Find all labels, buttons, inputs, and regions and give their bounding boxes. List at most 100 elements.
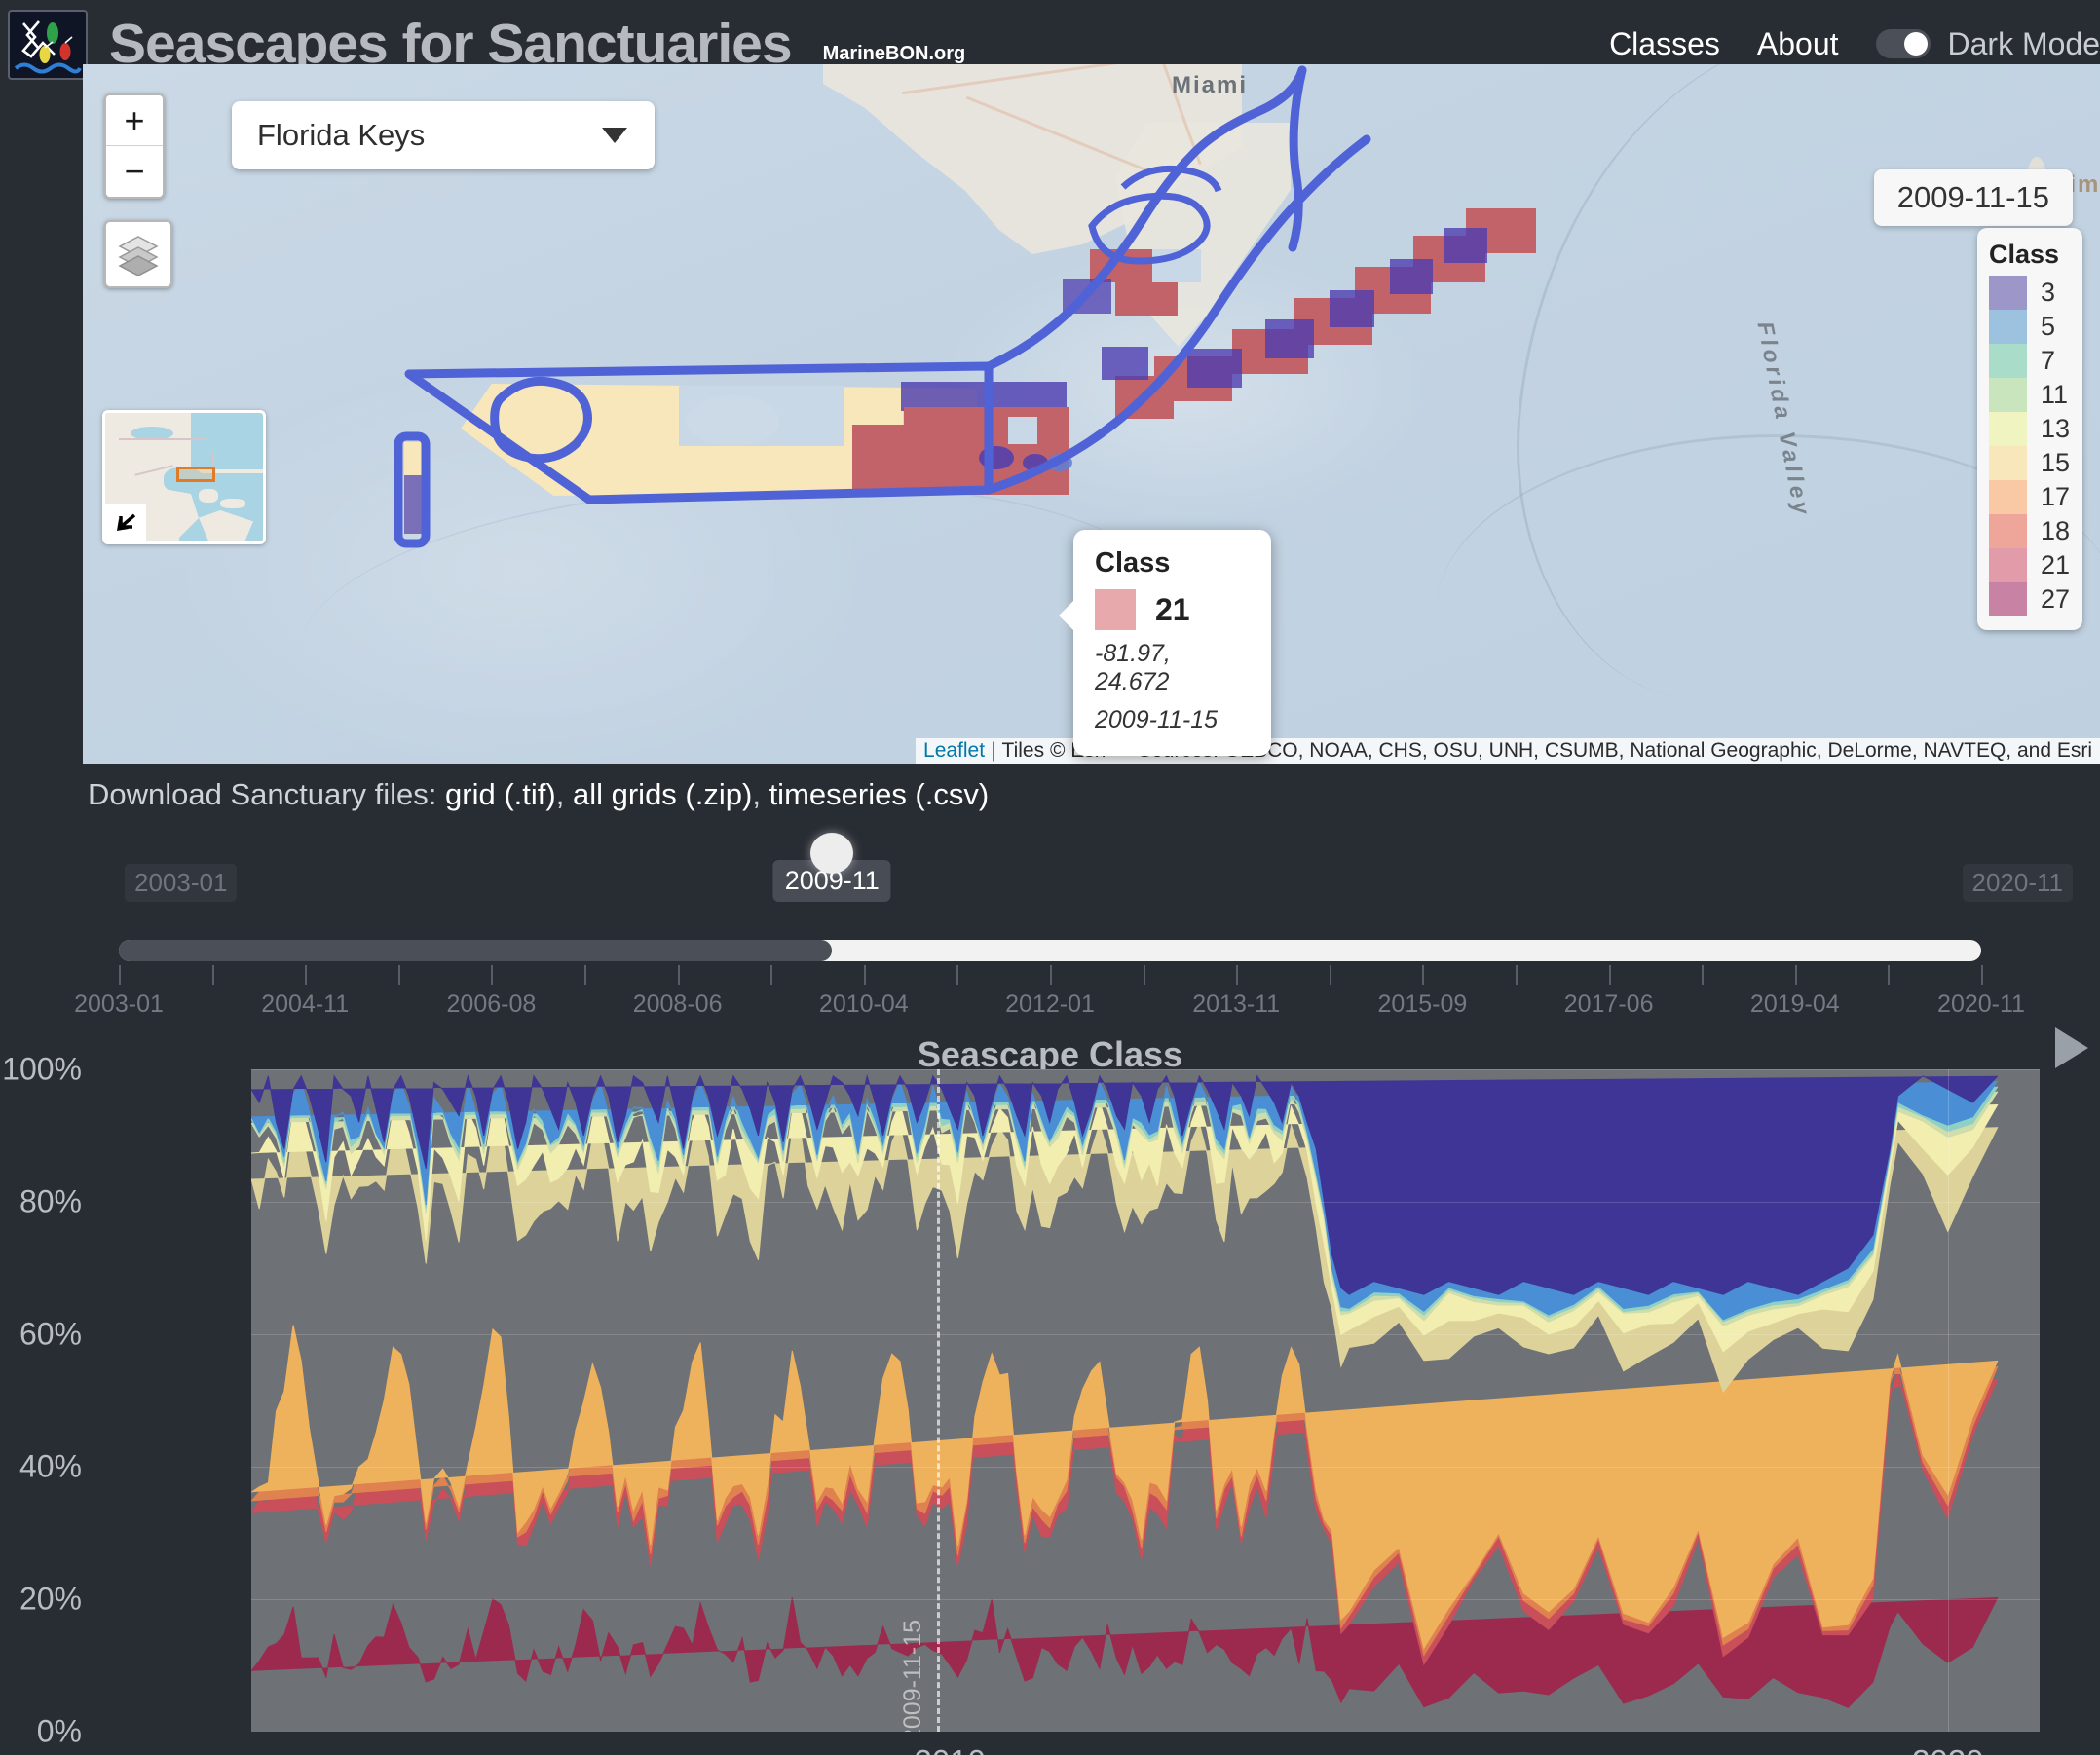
map-popup[interactable]: Class 21 -81.97, 24.672 2009-11-15	[1073, 530, 1271, 756]
popup-date: 2009-11-15	[1095, 706, 1252, 734]
chart-plot-area: 2009-11-15	[251, 1069, 2040, 1732]
raster-cell	[979, 446, 1014, 469]
legend-label: 18	[2041, 516, 2070, 546]
raster-cell	[404, 442, 422, 475]
chart-y-tick-label: 60%	[19, 1317, 82, 1353]
legend-row: 13	[1989, 412, 2071, 446]
timeline-tick-label: 2015-09	[1378, 990, 1468, 1019]
raster-cell	[1152, 249, 1201, 282]
raster-cell	[1265, 319, 1314, 358]
raster-cell	[1090, 249, 1152, 282]
timeline-minor-tick	[1516, 965, 1518, 985]
leaflet-link[interactable]: Leaflet	[923, 739, 985, 763]
download-all-grids-zip[interactable]: all grids (.zip)	[573, 777, 752, 811]
marinebon-subtitle: MarineBON.org	[823, 43, 966, 65]
timeline-minor-tick	[1702, 965, 1704, 985]
chart-gridline	[251, 1599, 2040, 1600]
timeline-tick-label: 2008-06	[633, 990, 723, 1019]
download-timeseries-csv[interactable]: timeseries (.csv)	[769, 777, 990, 811]
legend-row: 15	[1989, 446, 2071, 480]
raster-cell	[852, 425, 911, 495]
timeline-slider[interactable]: 2003-01 2020-11 2009-11 2003-012004-1120…	[0, 842, 2100, 998]
timeline-minor-tick	[212, 965, 214, 985]
dark-mode-toggle-knob	[1904, 32, 1928, 56]
seascape-logo-icon[interactable]	[8, 10, 88, 80]
legend-swatch	[1989, 276, 2027, 310]
legend-row: 17	[1989, 480, 2071, 514]
layers-icon[interactable]	[104, 220, 172, 288]
collapse-arrow-icon[interactable]	[105, 504, 146, 541]
legend-label: 11	[2041, 380, 2068, 410]
timeline-tick-label: 2020-11	[1937, 990, 2025, 1019]
download-comma: ,	[556, 777, 565, 811]
raster-cell	[1444, 228, 1487, 263]
legend-swatch	[1989, 310, 2027, 344]
chart-gridline	[251, 1467, 2040, 1468]
chart-y-tick-label: 40%	[19, 1449, 82, 1485]
chart-date-marker	[937, 1069, 940, 1732]
legend-swatch	[1989, 344, 2027, 378]
popup-tail	[1059, 600, 1074, 631]
legend-label: 3	[2041, 278, 2055, 308]
map-zoom-control[interactable]: + −	[104, 93, 165, 199]
timeline-tick	[1609, 965, 1611, 985]
chart-x-gridline	[1948, 1069, 1949, 1732]
raster-cell	[1063, 279, 1111, 314]
timeline-tick	[305, 965, 307, 985]
minimap[interactable]	[102, 410, 266, 544]
timeline-tick-label: 2003-01	[74, 990, 164, 1019]
sanctuary-select-value: Florida Keys	[257, 118, 425, 153]
timeline-start-label: 2003-01	[125, 864, 237, 902]
timeline-fill	[119, 940, 832, 961]
popup-class-swatch	[1095, 589, 1136, 630]
download-prefix: Download Sanctuary files:	[88, 777, 436, 811]
timeline-tick	[1795, 965, 1797, 985]
legend-swatch	[1989, 548, 2027, 582]
timeline-tick	[1050, 965, 1052, 985]
raster-cell	[1102, 347, 1148, 380]
chart-date-marker-label: 2009-11-15	[899, 1620, 927, 1732]
chart-gridline	[251, 1334, 2040, 1335]
timeline-track[interactable]	[119, 940, 1981, 961]
minimap-viewport-rect	[176, 467, 215, 482]
download-grid-tif[interactable]: grid (.tif)	[445, 777, 556, 811]
dark-mode-toggle[interactable]	[1876, 29, 1931, 58]
timeline-tick	[678, 965, 680, 985]
legend-row: 21	[1989, 548, 2071, 582]
timeline-minor-tick	[956, 965, 958, 985]
zoom-in-button[interactable]: +	[106, 95, 163, 146]
timeline-minor-tick	[584, 965, 586, 985]
chart-y-tick-label: 0%	[37, 1714, 82, 1750]
sanctuary-select[interactable]: Florida Keys	[232, 101, 655, 169]
legend-label: 7	[2041, 346, 2055, 376]
popup-class-value: 21	[1155, 592, 1190, 628]
zoom-out-button[interactable]: −	[106, 146, 163, 197]
leaflet-map[interactable]: Miami Bimini Florida Valley	[83, 64, 2100, 764]
legend-swatch	[1989, 446, 2027, 480]
legend-row: 11	[1989, 378, 2071, 412]
legend-row: 18	[1989, 514, 2071, 548]
legend-swatch	[1989, 480, 2027, 514]
timeline-tick	[1422, 965, 1424, 985]
raster-cell	[1008, 417, 1037, 444]
chart-y-tick-label: 100%	[2, 1052, 82, 1088]
legend-swatch	[1989, 378, 2027, 412]
timeline-minor-tick	[1888, 965, 1890, 985]
legend-row: 7	[1989, 344, 2071, 378]
raster-cell	[1023, 454, 1048, 471]
nav-about[interactable]: About	[1757, 26, 1839, 62]
timeline-minor-tick	[1330, 965, 1331, 985]
nav-classes[interactable]: Classes	[1609, 26, 1720, 62]
legend-title: Class	[1989, 240, 2071, 270]
timeline-tick	[1981, 965, 1983, 985]
timeline-knob[interactable]	[810, 833, 853, 874]
timeline-minor-tick	[770, 965, 772, 985]
legend-label: 27	[2041, 584, 2070, 615]
chart-x-tick-label: 2020	[1912, 1743, 1983, 1755]
raster-cell	[1330, 290, 1374, 327]
timeline-tick-label: 2006-08	[447, 990, 537, 1019]
raster-cell	[1047, 454, 1072, 471]
legend-label: 17	[2041, 482, 2070, 512]
popup-coords: -81.97, 24.672	[1095, 640, 1252, 696]
timeline-tick-label: 2004-11	[261, 990, 349, 1019]
